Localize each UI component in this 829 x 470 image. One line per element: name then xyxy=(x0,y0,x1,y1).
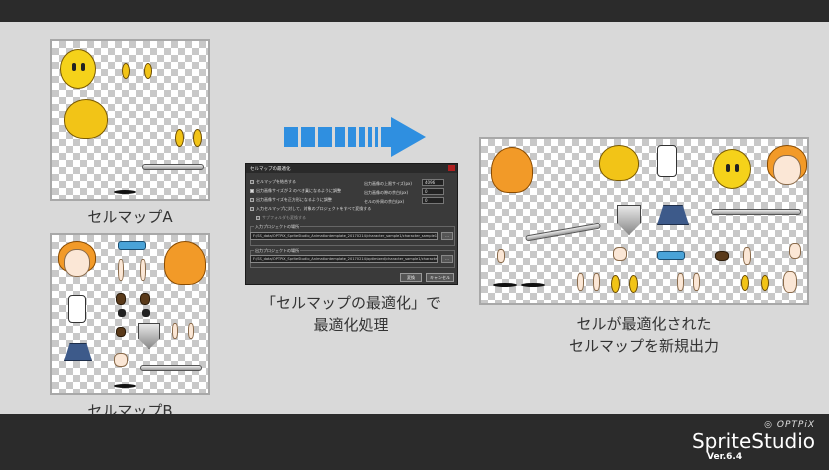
hand-sprite xyxy=(629,275,638,293)
process-caption-line1: 「セルマップの最適化」で xyxy=(260,294,441,312)
option-subfolders[interactable]: サブフォルダも変換する xyxy=(256,215,306,221)
gun-sprite xyxy=(657,251,685,260)
arm-sprite xyxy=(743,247,751,265)
shield-sprite xyxy=(138,323,160,349)
shirt-sprite xyxy=(68,295,86,323)
head-blob-sprite xyxy=(599,145,639,181)
padding-label: 出力画像の隙の余白(px) xyxy=(364,190,409,195)
result-caption-line1: セルが最適化された xyxy=(576,315,712,333)
shirt-sprite xyxy=(657,145,677,177)
sock-sprite xyxy=(118,309,126,317)
close-icon[interactable] xyxy=(448,165,455,171)
convert-button[interactable]: 変換 xyxy=(400,273,422,282)
dialog-title: セルマップの最適化 xyxy=(246,164,457,173)
shadow-sprite xyxy=(114,384,136,388)
shadow-sprite xyxy=(521,283,545,287)
skirt-sprite xyxy=(64,343,92,361)
cell-margin-select[interactable]: 0 xyxy=(422,197,444,204)
result-cellmap-panel xyxy=(479,137,809,305)
eye-sprite xyxy=(122,63,130,79)
top-bar xyxy=(0,0,829,22)
head-blob-sprite xyxy=(64,99,108,139)
option-convert-all[interactable]: 入力セルマップに対して、対象のプロジェクトをすべて変換する xyxy=(250,206,371,212)
option-merge[interactable]: セルマップを結合する xyxy=(250,179,296,185)
cellmap-a-panel xyxy=(50,39,210,201)
bat-sprite xyxy=(142,164,204,170)
hair-back-sprite xyxy=(164,241,206,285)
head-sprite xyxy=(64,249,90,277)
cellmap-b-panel xyxy=(50,233,210,395)
padding-select[interactable]: 0 xyxy=(422,188,444,195)
result-caption-line2: セルマップを新規出力 xyxy=(568,337,719,355)
shoe-sprite xyxy=(140,293,150,305)
eye-sprite xyxy=(761,275,769,291)
bat-sprite xyxy=(711,209,801,215)
result-caption: セルが最適化された セルマップを新規出力 xyxy=(479,313,809,357)
hand-sprite xyxy=(789,243,801,259)
output-path-field[interactable]: F:/SS_data/OPTPiX_SpriteStudio_Animation… xyxy=(250,255,438,263)
leg-sprite xyxy=(783,271,797,293)
output-project-label: 出力プロジェクトの場所 xyxy=(254,248,300,254)
hand-sprite xyxy=(193,129,202,147)
hand-sprite xyxy=(175,129,184,147)
input-browse-button[interactable]: ... xyxy=(441,232,453,240)
hair-back-sprite xyxy=(491,147,533,193)
hand-sprite xyxy=(613,247,627,261)
spritestudio-logo: ◎ OPTPiX SpriteStudio Ver.6.4 xyxy=(675,420,815,462)
process-caption-line2: 最適化処理 xyxy=(313,316,389,334)
logo-name: SpriteStudio xyxy=(691,429,815,453)
leg-sprite xyxy=(497,249,505,263)
right-arrow-icon xyxy=(284,117,426,157)
eye-sprite xyxy=(144,63,152,79)
shadow-sprite xyxy=(493,283,517,287)
cancel-button[interactable]: キャンセル xyxy=(426,273,454,282)
input-path-field[interactable]: F:/SS_data/OPTPiX_SpriteStudio_Animation… xyxy=(250,232,438,240)
bat-sprite xyxy=(525,222,601,242)
leg-sprite xyxy=(140,259,146,281)
eye-sprite xyxy=(741,275,749,291)
shadow-sprite xyxy=(114,190,136,194)
cellmap-a-caption: セルマップA xyxy=(87,208,173,226)
leg-sprite xyxy=(677,273,684,291)
hand-sprite xyxy=(611,275,620,293)
skirt-sprite xyxy=(657,205,689,225)
hand-sprite xyxy=(114,353,128,367)
max-size-label: 出力画像の上限サイズ(px) xyxy=(364,181,412,186)
max-size-select[interactable]: 4096 xyxy=(422,179,444,186)
shield-sprite xyxy=(617,205,641,235)
arm-sprite xyxy=(577,273,584,291)
shoe-sprite xyxy=(116,327,126,337)
arm-sprite xyxy=(188,323,194,339)
option-pow2[interactable]: 出力画像サイズが 2 のべき乗になるように調整 xyxy=(250,188,341,194)
leg-sprite xyxy=(693,273,700,291)
arm-sprite xyxy=(172,323,178,339)
face-sprite xyxy=(60,49,96,89)
sock-sprite xyxy=(142,309,150,317)
bat-sprite xyxy=(140,365,202,371)
option-square[interactable]: 出力画像サイズを正方形になるように調整 xyxy=(250,197,332,203)
shoe-sprite xyxy=(116,293,126,305)
arm-sprite xyxy=(593,273,600,291)
leg-sprite xyxy=(118,259,124,281)
gun-sprite xyxy=(118,241,146,250)
cell-margin-label: セルの外周の余白(px) xyxy=(364,199,405,204)
face-sprite xyxy=(713,149,751,189)
optimize-cellmap-dialog: セルマップの最適化 セルマップを結合する 出力画像サイズが 2 のべき乗になるよ… xyxy=(245,163,458,285)
logo-version: Ver.6.4 xyxy=(707,452,743,462)
head-sprite xyxy=(773,155,801,185)
output-browse-button[interactable]: ... xyxy=(441,255,453,263)
process-caption: 「セルマップの最適化」で 最適化処理 xyxy=(236,292,466,336)
shoe-sprite xyxy=(715,251,729,261)
input-project-label: 入力プロジェクトの場所 xyxy=(254,224,300,230)
